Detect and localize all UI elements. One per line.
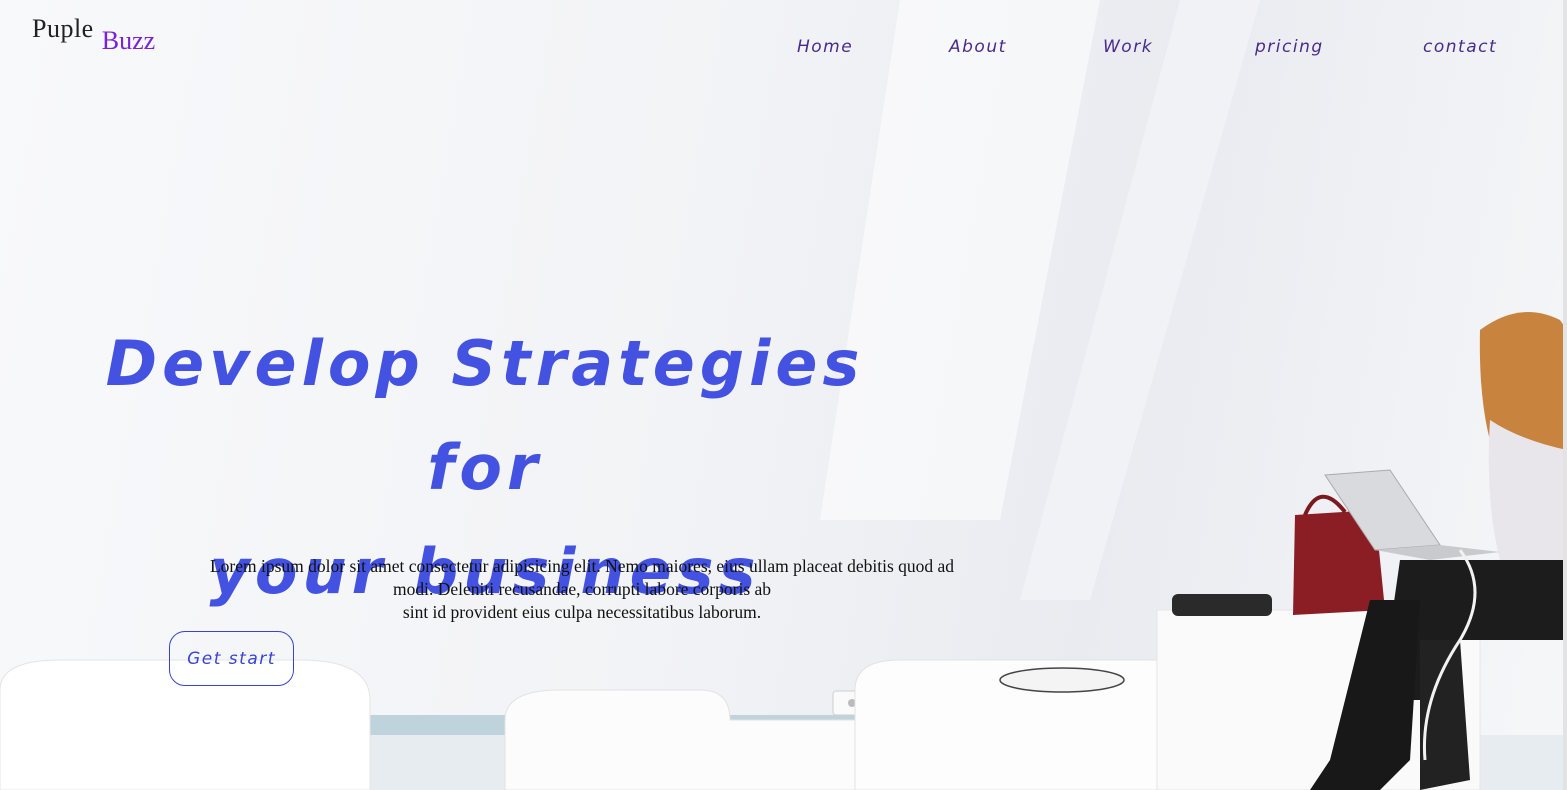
nav-link-about[interactable]: About (949, 37, 1103, 57)
brand-logo[interactable]: Puple Buzz (32, 14, 155, 58)
nav-link-pricing[interactable]: pricing (1255, 37, 1423, 57)
hero-description-line1: Lorem ipsum dolor sit amet consectetur a… (209, 556, 955, 576)
hero-heading-line1: Develop Strategies for (105, 327, 865, 504)
hero-description-line3: sint id provident eius culpa necessitati… (402, 602, 762, 622)
brand-word-puple: Puple (32, 14, 94, 43)
nav-link-work[interactable]: Work (1103, 37, 1255, 57)
hero-description-line2: modi. Deleniti recusandae, corrupti labo… (392, 579, 772, 599)
main-nav: Home About Work pricing contact (797, 34, 1523, 60)
nav-link-home[interactable]: Home (797, 37, 949, 57)
brand-word-buzz: Buzz (101, 26, 156, 55)
nav-link-contact[interactable]: contact (1423, 37, 1523, 57)
get-start-button[interactable]: Get start (169, 631, 294, 686)
hero-description: Lorem ipsum dolor sit amet consectetur a… (150, 555, 1014, 624)
